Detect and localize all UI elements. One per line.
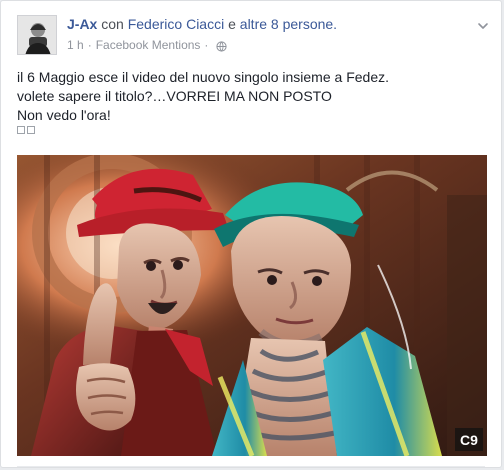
post-text-line-1: il 6 Maggio esce il video del nuovo sing… [17,69,389,85]
photo-image: C9 [17,155,487,456]
post-subline: 1 h · Facebook Mentions · [67,37,463,53]
post-divider [17,466,485,467]
avatar-icon [18,16,56,54]
post-meta: J-Ax con Federico Ciacci e altre 8 perso… [67,15,463,53]
post-header: J-Ax con Federico Ciacci e altre 8 perso… [17,15,489,59]
post-card: J-Ax con Federico Ciacci e altre 8 perso… [0,0,502,468]
globe-icon[interactable] [216,40,228,52]
timestamp-link[interactable]: 1 h [67,37,84,53]
tagged-person-link[interactable]: Federico Ciacci [128,16,224,32]
with-word: con [101,16,124,32]
photo-watermark: C9 [460,432,478,448]
other-people-link[interactable]: altre 8 persone. [240,16,337,32]
chevron-down-icon[interactable] [477,19,489,31]
and-word: e [228,16,236,32]
post-photo[interactable]: C9 [17,155,487,456]
post-text: il 6 Maggio esce il video del nuovo sing… [17,68,485,125]
emoji-placeholder-1 [17,126,25,134]
post-text-line-2: volete sapere il titolo?…VORREI MA NON P… [17,88,332,104]
source-link[interactable]: Facebook Mentions [96,37,201,53]
author-avatar[interactable] [17,15,57,55]
post-text-line-3: Non vedo l'ora! [17,107,111,123]
emoji-placeholders [17,126,35,134]
emoji-placeholder-2 [27,126,35,134]
subline-separator-2: · [204,38,209,52]
author-link[interactable]: J-Ax [67,16,97,32]
subline-separator-1: · [87,38,92,52]
post-name-line: J-Ax con Federico Ciacci e altre 8 perso… [67,15,463,33]
